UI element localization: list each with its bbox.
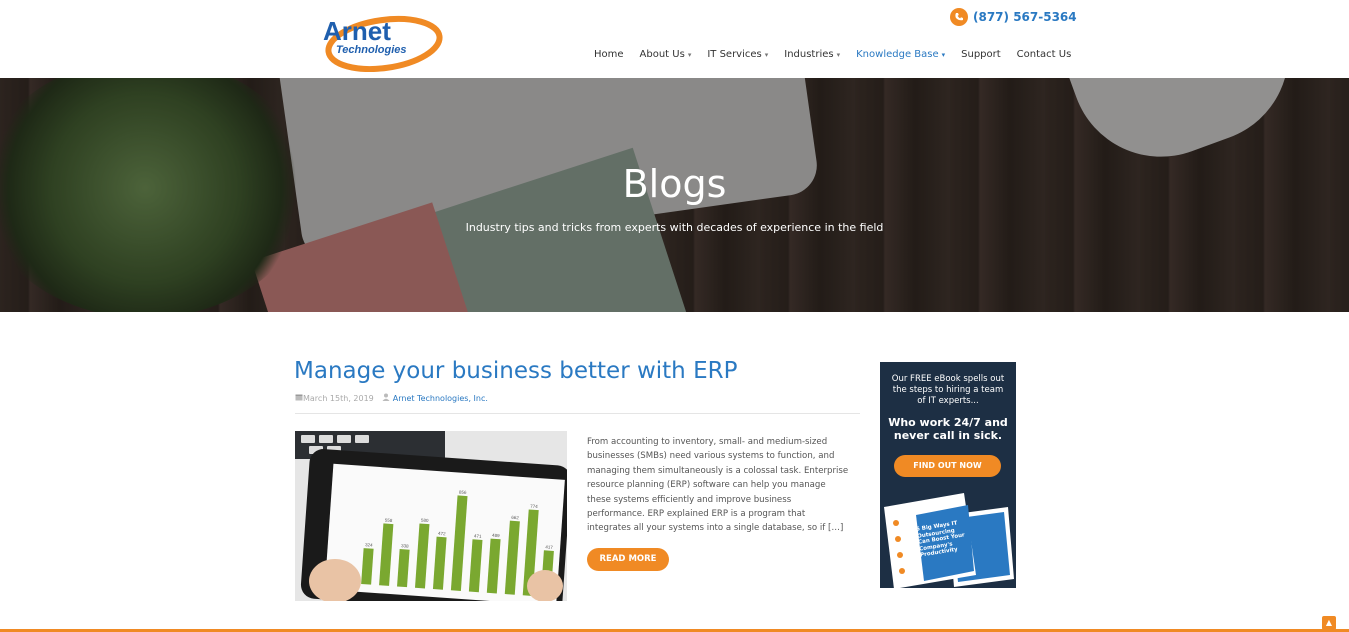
page-title: Blogs [622, 162, 727, 206]
tablet-bar-label: 856 [459, 489, 467, 495]
nav-home[interactable]: Home [594, 49, 624, 60]
tablet-bar-label: 471 [474, 533, 482, 539]
hero-sticky-note-pink [251, 202, 479, 312]
calendar-icon [295, 393, 303, 403]
nav-it-services[interactable]: IT Services ▾ [707, 49, 768, 60]
nav-industries[interactable]: Industries ▾ [784, 49, 840, 60]
tablet-bar-label: 489 [492, 533, 500, 539]
nav-contact-us[interactable]: Contact Us [1017, 49, 1072, 60]
phone-number[interactable]: (877) 567-5364 [950, 8, 1077, 26]
ad-headline: Who work 24/7 and never call in sick. [888, 416, 1008, 442]
ebook-cover-image: 5 Big Ways IT Outsourcing Can Boost Your… [884, 493, 976, 589]
nav-contact-us-label: Contact Us [1016, 49, 1072, 60]
phone-icon [950, 8, 968, 26]
nav-support-label: Support [961, 49, 1001, 60]
tablet-bar-label: 662 [511, 515, 519, 521]
chevron-down-icon: ▾ [941, 51, 946, 59]
read-more-button[interactable]: READ MORE [587, 548, 669, 571]
phone-text: (877) 567-5364 [973, 10, 1077, 24]
nav-it-services-label: IT Services [707, 49, 762, 60]
tablet-bar-label: 338 [401, 543, 409, 549]
arnet-logo[interactable]: Arnet Technologies [320, 8, 445, 72]
main-navigation: Home About Us ▾ IT Services ▾ Industries ▾ … [594, 49, 1087, 60]
nav-home-label: Home [594, 49, 624, 60]
tablet-bar-label: 774 [530, 504, 538, 510]
post-excerpt: From accounting to inventory, small- and… [587, 437, 849, 534]
tablet-bar-label: 558 [385, 517, 393, 523]
post-title-link[interactable]: Manage your business better with ERP [294, 358, 737, 384]
find-out-now-button[interactable]: FIND OUT NOW [894, 455, 1001, 477]
post-divider [295, 413, 860, 414]
nav-knowledge-base-label: Knowledge Base [856, 49, 939, 60]
chevron-down-icon: ▾ [764, 51, 769, 59]
nav-support[interactable]: Support [961, 49, 1001, 60]
logo-main-text: Arnet [323, 16, 391, 46]
site-header: Arnet Technologies (877) 567-5364 Home A… [0, 0, 1349, 78]
nav-industries-label: Industries [784, 49, 834, 60]
page-subtitle: Industry tips and tricks from experts wi… [465, 221, 884, 234]
tablet-bar-label: 580 [421, 518, 429, 524]
post-date: March 15th, 2019 [303, 393, 374, 403]
ad-intro-text: Our FREE eBook spells out the steps to h… [891, 374, 1005, 406]
nav-knowledge-base[interactable]: Knowledge Base ▾ [856, 49, 945, 60]
post-meta: March 15th, 2019 Arnet Technologies, Inc… [295, 393, 488, 403]
tablet-bar-label: 417 [545, 544, 553, 550]
tablet-bar-label: 324 [365, 542, 373, 548]
chevron-down-icon: ▾ [836, 51, 841, 59]
logo-sub-text: Technologies [336, 44, 407, 56]
nav-about-us[interactable]: About Us ▾ [640, 49, 692, 60]
post-featured-image[interactable]: 324 558 338 580 472 856 471 489 662 774 417 [295, 431, 567, 601]
post-author-link[interactable]: Arnet Technologies, Inc. [393, 394, 488, 403]
chevron-up-icon[interactable]: ▲ [1322, 616, 1336, 630]
nav-about-us-label: About Us [639, 49, 685, 60]
user-icon [382, 393, 390, 403]
tablet-bar-label: 472 [438, 531, 446, 537]
chevron-down-icon: ▾ [687, 51, 692, 59]
